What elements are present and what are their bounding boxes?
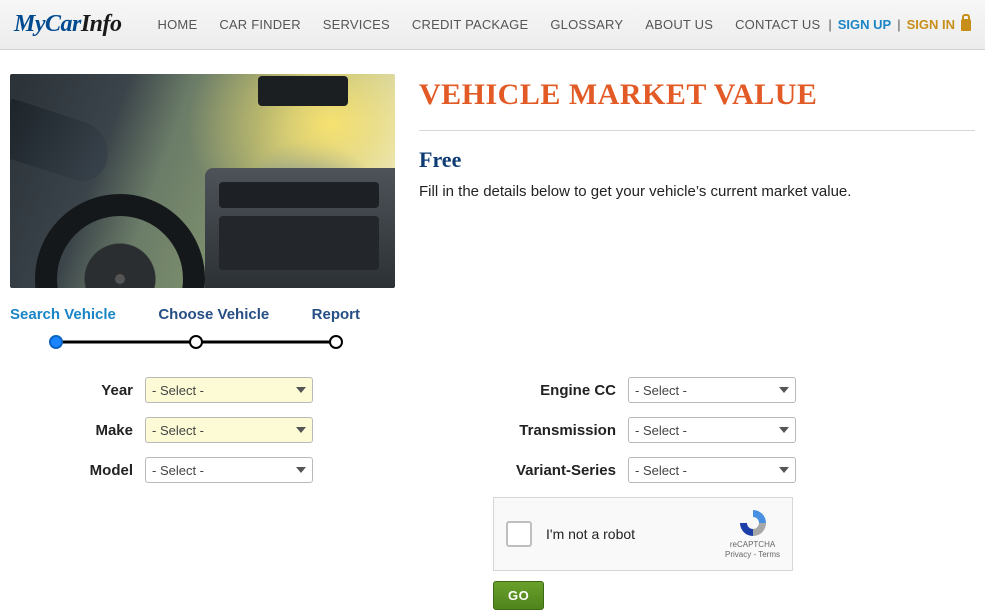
intro-text: Fill in the details below to get your ve… — [419, 183, 975, 200]
step-search-vehicle[interactable]: Search Vehicle — [10, 306, 116, 323]
model-label: Model — [10, 462, 145, 479]
chevron-down-icon — [779, 427, 789, 433]
progress-steps: Search Vehicle Choose Vehicle Report — [10, 306, 360, 349]
form-column-right: Engine CC - Select - Transmission - Sele… — [493, 377, 796, 610]
form-column-left: Year - Select - Make - Select - Model - … — [10, 377, 313, 610]
title-divider — [419, 130, 975, 131]
top-bar: MyCarInfo HOME CAR FINDER SERVICES CREDI… — [0, 0, 985, 50]
progress-track — [56, 335, 336, 349]
nav-car-finder[interactable]: CAR FINDER — [219, 17, 300, 32]
progress-node-2[interactable] — [189, 335, 203, 349]
year-select-value: - Select - — [152, 383, 204, 398]
progress-node-3[interactable] — [329, 335, 343, 349]
chevron-down-icon — [296, 387, 306, 393]
year-select[interactable]: - Select - — [145, 377, 313, 403]
step-report[interactable]: Report — [312, 306, 360, 323]
page-title: VEHICLE MARKET VALUE — [419, 78, 975, 112]
auth-links: | SIGN UP | SIGN IN — [828, 17, 971, 32]
engine-select-value: - Select - — [635, 383, 687, 398]
left-column: Search Vehicle Choose Vehicle Report — [10, 74, 395, 349]
auth-divider: | — [897, 17, 900, 32]
go-button[interactable]: GO — [493, 581, 544, 610]
nav-contact-us[interactable]: CONTACT US — [735, 17, 820, 32]
recaptcha-brand: reCAPTCHA — [725, 540, 780, 550]
search-form: Year - Select - Make - Select - Model - … — [10, 377, 975, 610]
transmission-select-value: - Select - — [635, 423, 687, 438]
sign-in-link[interactable]: SIGN IN — [907, 17, 955, 32]
nav-about-us[interactable]: ABOUT US — [645, 17, 713, 32]
chevron-down-icon — [779, 467, 789, 473]
logo-part-2: Info — [81, 11, 122, 37]
model-select[interactable]: - Select - — [145, 457, 313, 483]
site-logo[interactable]: MyCarInfo — [14, 11, 122, 38]
make-select[interactable]: - Select - — [145, 417, 313, 443]
main-nav: HOME CAR FINDER SERVICES CREDIT PACKAGE … — [158, 17, 821, 32]
sign-up-link[interactable]: SIGN UP — [838, 17, 891, 32]
variant-select-value: - Select - — [635, 463, 687, 478]
recaptcha-icon — [737, 508, 769, 538]
year-label: Year — [10, 382, 145, 399]
logo-part-1: MyCar — [14, 11, 81, 37]
model-select-value: - Select - — [152, 463, 204, 478]
lock-icon — [961, 19, 971, 31]
chevron-down-icon — [296, 467, 306, 473]
content-area: Search Vehicle Choose Vehicle Report VEH… — [0, 50, 985, 349]
make-label: Make — [10, 422, 145, 439]
transmission-select[interactable]: - Select - — [628, 417, 796, 443]
nav-credit-package[interactable]: CREDIT PACKAGE — [412, 17, 528, 32]
nav-services[interactable]: SERVICES — [323, 17, 390, 32]
transmission-label: Transmission — [493, 422, 628, 439]
engine-select[interactable]: - Select - — [628, 377, 796, 403]
progress-node-1[interactable] — [49, 335, 63, 349]
make-select-value: - Select - — [152, 423, 204, 438]
recaptcha-logo: reCAPTCHA Privacy - Terms — [725, 508, 780, 559]
recaptcha-widget: I'm not a robot reCAPTCHA Privacy - Term… — [493, 497, 793, 571]
hero-image — [10, 74, 395, 288]
chevron-down-icon — [779, 387, 789, 393]
nav-home[interactable]: HOME — [158, 17, 198, 32]
variant-label: Variant-Series — [493, 462, 628, 479]
free-heading: Free — [419, 147, 975, 173]
nav-glossary[interactable]: GLOSSARY — [550, 17, 623, 32]
chevron-down-icon — [296, 427, 306, 433]
step-choose-vehicle[interactable]: Choose Vehicle — [158, 306, 269, 323]
recaptcha-legal[interactable]: Privacy - Terms — [725, 550, 780, 560]
recaptcha-checkbox[interactable] — [506, 521, 532, 547]
right-column: VEHICLE MARKET VALUE Free Fill in the de… — [419, 74, 975, 349]
variant-select[interactable]: - Select - — [628, 457, 796, 483]
auth-leading-pipe: | — [828, 17, 831, 32]
engine-label: Engine CC — [493, 382, 628, 399]
recaptcha-label: I'm not a robot — [546, 526, 711, 542]
